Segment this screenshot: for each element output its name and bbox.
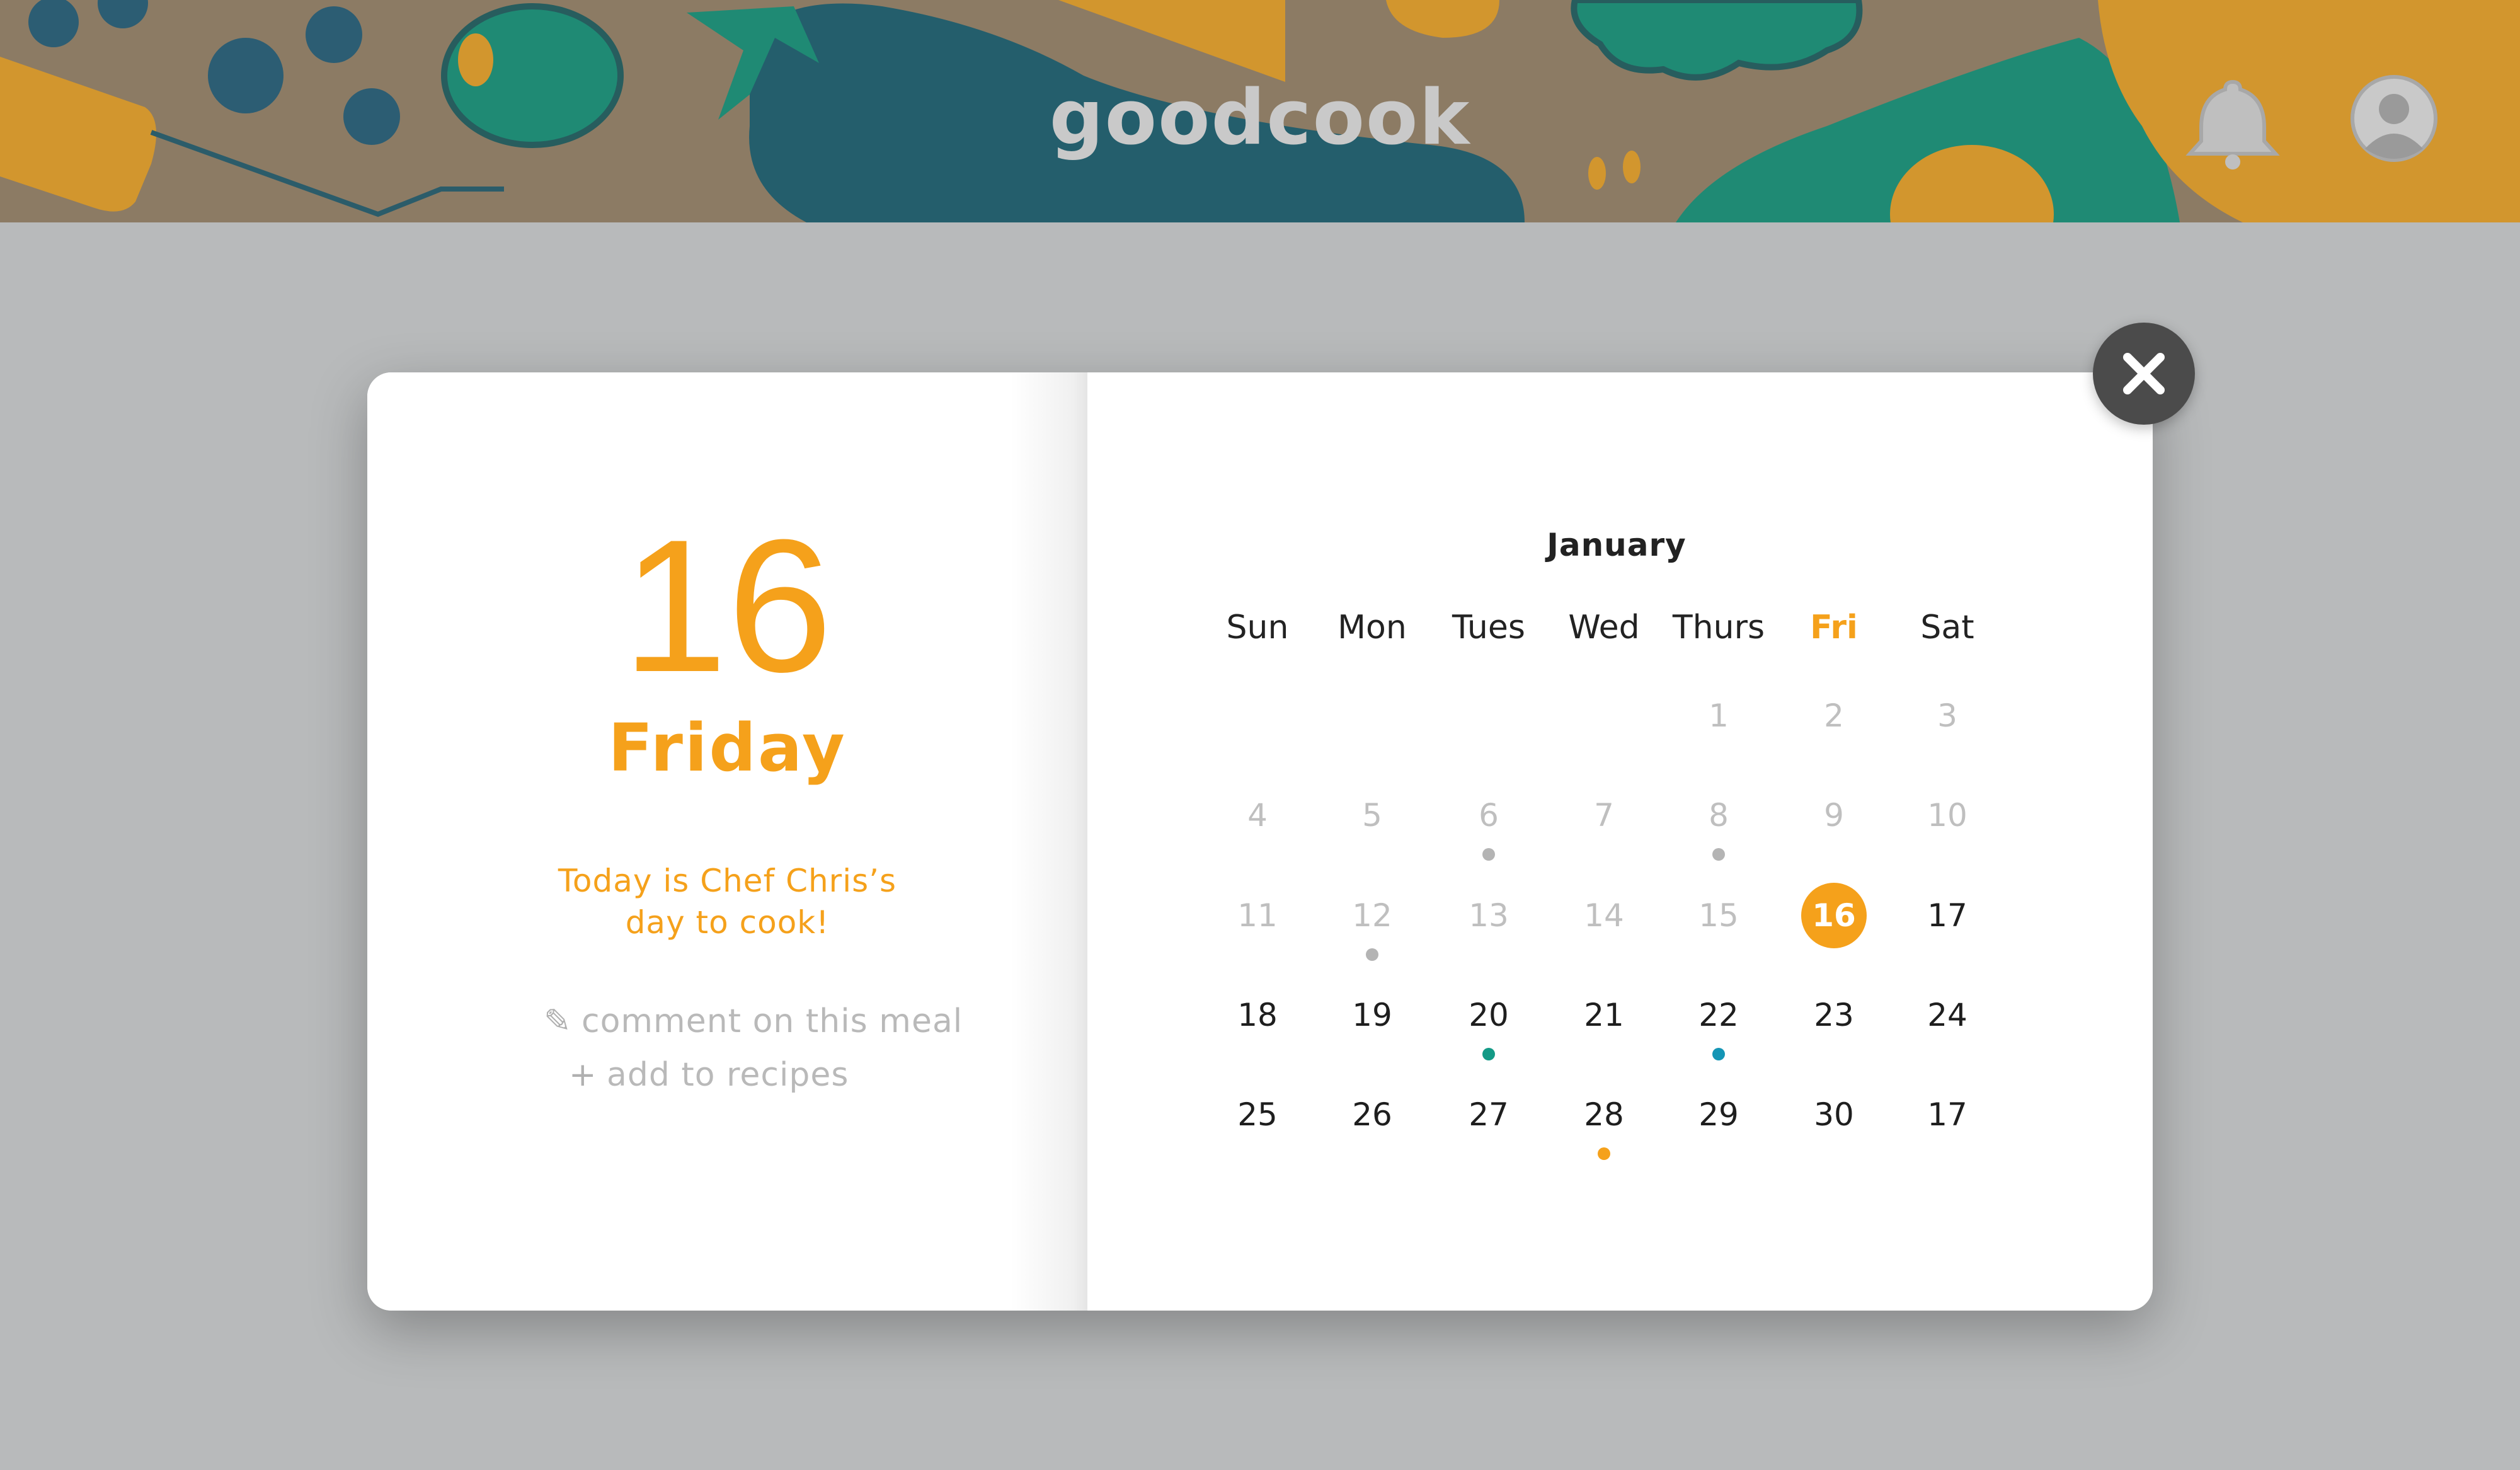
event-dot [1712, 1048, 1725, 1060]
weekday-header-sun: Sun [1226, 609, 1289, 646]
calendar-day-cell[interactable]: 16 [1801, 883, 1867, 948]
event-dot [1366, 948, 1378, 961]
calendar-day-cell[interactable]: 15 [1698, 897, 1739, 934]
calendar-day-cell[interactable]: 18 [1237, 997, 1278, 1033]
calendar-day-cell[interactable]: 9 [1824, 797, 1844, 834]
month-title: January [1547, 527, 1687, 563]
cook-note-line2: day to cook! [625, 904, 830, 941]
calendar-day-cell[interactable]: 8 [1709, 797, 1729, 834]
calendar-day-cell[interactable]: 28 [1584, 1096, 1624, 1133]
event-dot [1482, 848, 1495, 861]
add-to-recipes-link[interactable]: + add to recipes [569, 1056, 849, 1094]
selected-day-number: 16 [622, 500, 833, 711]
weekday-header-tues: Tues [1452, 609, 1525, 646]
calendar-day-cell[interactable]: 24 [1927, 997, 1967, 1033]
calendar-day-cell[interactable]: 26 [1352, 1096, 1392, 1133]
cook-note-line1: Today is Chef Chris’s [558, 863, 897, 899]
app-header: goodcook [0, 0, 2520, 222]
event-dot [1482, 1048, 1495, 1060]
app-logo[interactable]: goodcook [0, 74, 2520, 162]
calendar-day-cell[interactable]: 29 [1698, 1096, 1739, 1133]
weekday-header-mon: Mon [1337, 609, 1407, 646]
calendar-day-cell[interactable]: 3 [1937, 698, 1957, 734]
calendar-day-cell[interactable]: 22 [1698, 997, 1739, 1033]
event-dot [1712, 848, 1725, 861]
user-avatar-icon[interactable] [2350, 74, 2438, 163]
weekday-header-sat: Sat [1920, 609, 1974, 646]
weekday-header-fri: Fri [1810, 609, 1858, 646]
event-dot [1598, 1147, 1610, 1160]
calendar-day-cell[interactable]: 12 [1352, 897, 1392, 934]
calendar-modal: 16 Friday Today is Chef Chris’s day to c… [367, 372, 2153, 1311]
weekday-header-wed: Wed [1568, 609, 1640, 646]
comment-on-meal-link[interactable]: ✎ comment on this meal [544, 1002, 963, 1040]
calendar-day-cell[interactable]: 17 [1927, 1096, 1967, 1133]
day-detail-panel: 16 Friday Today is Chef Chris’s day to c… [367, 372, 1087, 1311]
calendar-day-cell[interactable]: 2 [1824, 698, 1844, 734]
calendar-day-cell[interactable]: 19 [1352, 997, 1392, 1033]
calendar-day-cell[interactable]: 13 [1469, 897, 1509, 934]
calendar-day-cell[interactable]: 11 [1237, 897, 1278, 934]
month-calendar: January Sun Mon Tues Wed Thurs Fri Sat 1 2 3 4 5 6 7 8… [1087, 372, 2153, 1311]
calendar-day-cell[interactable]: 30 [1814, 1096, 1854, 1133]
calendar-day-cell[interactable]: 4 [1247, 797, 1268, 834]
close-icon [2123, 353, 2165, 394]
add-recipes-label: add to recipes [607, 1056, 849, 1094]
pencil-icon: ✎ [544, 1002, 572, 1040]
calendar-day-cell[interactable]: 10 [1927, 797, 1967, 834]
calendar-day-cell[interactable]: 21 [1584, 997, 1624, 1033]
calendar-day-cell[interactable]: 6 [1479, 797, 1499, 834]
calendar-day-cell[interactable]: 20 [1469, 997, 1509, 1033]
weekday-header-thurs: Thurs [1672, 609, 1765, 646]
calendar-day-cell[interactable]: 25 [1237, 1096, 1278, 1133]
calendar-day-cell[interactable]: 27 [1469, 1096, 1509, 1133]
calendar-day-cell[interactable]: 1 [1709, 698, 1729, 734]
plus-icon: + [569, 1056, 597, 1094]
selected-weekday: Friday [608, 709, 847, 786]
close-button[interactable] [2093, 323, 2195, 425]
comment-label: comment on this meal [581, 1002, 963, 1040]
calendar-day-cell[interactable]: 7 [1594, 797, 1614, 834]
calendar-day-cell[interactable]: 17 [1927, 897, 1967, 934]
page-fold-shadow [1010, 372, 1100, 1311]
bell-icon[interactable] [2182, 71, 2283, 171]
calendar-day-cell[interactable]: 14 [1584, 897, 1624, 934]
cook-note: Today is Chef Chris’s day to cook! [493, 860, 961, 943]
calendar-day-cell[interactable]: 23 [1814, 997, 1854, 1033]
calendar-day-cell[interactable]: 5 [1362, 797, 1382, 834]
